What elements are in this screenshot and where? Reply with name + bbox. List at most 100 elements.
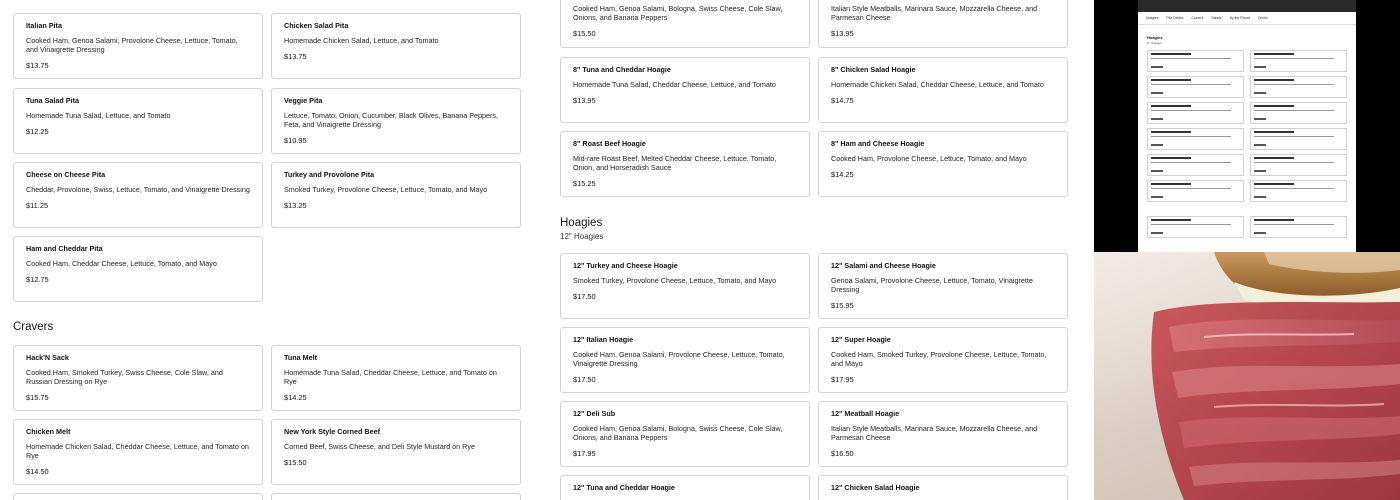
menu-item-price: $13.95: [573, 96, 596, 105]
menu-item-price: $13.75: [284, 52, 307, 61]
menu-item-card[interactable]: New York Style Corned Beef Corned Beef, …: [271, 419, 521, 485]
menu-item-title: Italian Pita: [26, 21, 62, 30]
thumbnail-card: [1147, 180, 1244, 202]
thumbnail-section-title: Hoagies: [1147, 35, 1163, 40]
menu-item-card[interactable]: 12" Tuna and Cheddar Hoagie: [560, 475, 810, 500]
menu-item-description: Homemade Tuna Salad, Cheddar Cheese, Let…: [573, 80, 776, 89]
menu-item-card[interactable]: 12" Italian Hoagie Cooked Ham, Genoa Sal…: [560, 327, 810, 393]
menu-item-card[interactable]: Veggie Pita Lettuce, Tomato, Onion, Cucu…: [271, 88, 521, 154]
menu-item-card[interactable]: Chicken Melt Homemade Chicken Salad, Che…: [13, 419, 263, 485]
thumbnail-card: [1250, 128, 1347, 150]
menu-item-description: Homemade Chicken Salad, Cheddar Cheese, …: [831, 80, 1044, 89]
thumbnail-nav-item: Salads: [1211, 16, 1222, 20]
menu-item-title: Chicken Melt: [26, 427, 71, 436]
menu-item-card[interactable]: 12" Deli Sub Cooked Ham, Genoa Salami, B…: [560, 401, 810, 467]
menu-item-price: $14.50: [26, 467, 49, 476]
menu-item-description: Corned Beef, Swiss Cheese, and Deli Styl…: [284, 442, 475, 451]
thumbnail-card: [1250, 50, 1347, 72]
menu-item-title: Hack'N Sack: [26, 353, 69, 362]
menu-item-title: Turkey and Provolone Pita: [284, 170, 375, 179]
thumbnail-card: [1250, 216, 1347, 238]
menu-item-description: Homemade Tuna Salad, Lettuce, and Tomato: [26, 111, 171, 120]
menu-item-card[interactable]: Italian Pita Cooked Ham, Genoa Salami, P…: [13, 13, 263, 79]
menu-item-description: Cooked Ham, Smoked Turkey, Swiss Cheese,…: [26, 368, 223, 386]
menu-item-title: 12" Tuna and Cheddar Hoagie: [573, 483, 675, 492]
menu-item-card[interactable]: Tuna Salad Pita Homemade Tuna Salad, Let…: [13, 88, 263, 154]
menu-item-price: $15.95: [831, 301, 854, 310]
menu-item-card[interactable]: Cooked Ham, Genoa Salami, Bologna, Swiss…: [560, 0, 810, 48]
thumbnail-card: [1250, 180, 1347, 202]
menu-item-card[interactable]: Italian Style Meatballs, Marinara Sauce,…: [818, 0, 1068, 48]
menu-item-description: Cooked Ham, Genoa Salami, Bologna, Swiss…: [573, 424, 783, 442]
thumbnail-nav-item: By the Pound: [1229, 16, 1251, 20]
menu-item-title: 12" Super Hoagie: [831, 335, 891, 344]
menu-item-title: 12" Meatball Hoagie: [831, 409, 900, 418]
section-title-cravers: Cravers: [13, 321, 54, 333]
menu-item-card[interactable]: 12" Super Hoagie Cooked Ham, Smoked Turk…: [818, 327, 1068, 393]
thumbnail-nav-item: Hoagies: [1146, 16, 1159, 20]
thumbnail-card: [1147, 76, 1244, 98]
menu-item-price: $10.95: [284, 136, 307, 145]
menu-item-description: Homemade Chicken Salad, Lettuce, and Tom…: [284, 36, 439, 45]
menu-item-price: $12.75: [26, 275, 49, 284]
menu-item-title: 12" Turkey and Cheese Hoagie: [573, 261, 678, 270]
menu-item-description: Homemade Tuna Salad, Cheddar Cheese, Let…: [284, 368, 497, 386]
menu-item-card[interactable]: 8" Roast Beef Hoagie Mid-rare Roast Beef…: [560, 131, 810, 197]
menu-item-description: Cooked Ham, Cheddar Cheese, Lettuce, Tom…: [26, 259, 217, 268]
menu-item-title: Tuna Salad Pita: [26, 96, 79, 105]
menu-item-card[interactable]: [13, 493, 263, 500]
menu-item-price: $14.25: [284, 393, 307, 402]
section-subtitle: 12" Hoagies: [560, 232, 604, 241]
menu-item-description: Cooked Ham, Provolone Cheese, Lettuce, T…: [831, 154, 1027, 163]
menu-item-title: 8" Tuna and Cheddar Hoagie: [573, 65, 671, 74]
menu-item-title: Cheese on Cheese Pita: [26, 170, 106, 179]
menu-item-title: 12" Italian Hoagie: [573, 335, 634, 344]
menu-item-price: $17.95: [573, 449, 596, 458]
menu-item-description: Cooked Ham, Smoked Turkey, Provolone Che…: [831, 350, 1047, 368]
menu-item-card[interactable]: Chicken Salad Pita Homemade Chicken Sala…: [271, 13, 521, 79]
menu-item-price: $13.95: [831, 29, 854, 38]
thumbnail-nav-item: Cravers: [1191, 16, 1204, 20]
menu-item-title: Veggie Pita: [284, 96, 323, 105]
section-title-hoagies: Hoagies: [560, 217, 603, 229]
menu-item-price: $13.25: [284, 201, 307, 210]
thumbnail-card: [1147, 50, 1244, 72]
menu-item-card[interactable]: [271, 493, 521, 500]
menu-item-card[interactable]: Turkey and Provolone Pita Smoked Turkey,…: [271, 162, 521, 228]
menu-item-description: Homemade Chicken Salad, Cheddar Cheese, …: [26, 442, 249, 460]
menu-item-price: $17.95: [831, 375, 854, 384]
menu-item-title: New York Style Corned Beef: [284, 427, 380, 436]
menu-item-card[interactable]: 8" Chicken Salad Hoagie Homemade Chicken…: [818, 57, 1068, 123]
menu-item-description: Smoked Turkey, Provolone Cheese, Lettuce…: [573, 276, 777, 285]
menu-item-card[interactable]: 12" Salami and Cheese Hoagie Genoa Salam…: [818, 253, 1068, 319]
menu-item-card[interactable]: 12" Chicken Salad Hoagie: [818, 475, 1068, 500]
menu-item-card[interactable]: Cheese on Cheese Pita Cheddar, Provolone…: [13, 162, 263, 228]
thumbnail-card: [1147, 216, 1244, 238]
menu-page-thumbnail[interactable]: Hoagies Pita Delites Cravers Salads By t…: [1138, 0, 1356, 252]
menu-item-card[interactable]: 8" Tuna and Cheddar Hoagie Homemade Tuna…: [560, 57, 810, 123]
sandwich-illustration: [1151, 252, 1400, 500]
thumbnail-section-subtitle: 8" Hoagies: [1147, 41, 1162, 45]
menu-item-card[interactable]: 8" Ham and Cheese Hoagie Cooked Ham, Pro…: [818, 131, 1068, 197]
menu-item-card[interactable]: Tuna Melt Homemade Tuna Salad, Cheddar C…: [271, 345, 521, 411]
thumbnail-nav: Hoagies Pita Delites Cravers Salads By t…: [1138, 12, 1356, 25]
menu-item-price: $15.50: [284, 458, 307, 467]
menu-item-description: Mid-rare Roast Beef, Melted Cheddar Chee…: [573, 154, 777, 172]
menu-item-description: Cooked Ham, Genoa Salami, Provolone Chee…: [573, 350, 785, 368]
menu-item-price: $15.75: [26, 393, 49, 402]
menu-item-title: 8" Ham and Cheese Hoagie: [831, 139, 925, 148]
menu-item-card[interactable]: 12" Turkey and Cheese Hoagie Smoked Turk…: [560, 253, 810, 319]
thumbnail-card: [1250, 76, 1347, 98]
menu-item-card[interactable]: Hack'N Sack Cooked Ham, Smoked Turkey, S…: [13, 345, 263, 411]
menu-item-card[interactable]: Ham and Cheddar Pita Cooked Ham, Cheddar…: [13, 236, 263, 302]
menu-item-price: $14.75: [831, 96, 854, 105]
menu-item-card[interactable]: 12" Meatball Hoagie Italian Style Meatba…: [818, 401, 1068, 467]
menu-item-description: Lettuce, Tomato, Onion, Cucumber, Black …: [284, 111, 499, 129]
menu-item-description: Cooked Ham, Genoa Salami, Bologna, Swiss…: [573, 4, 783, 22]
menu-item-title: Tuna Melt: [284, 353, 318, 362]
menu-item-price: $11.25: [26, 201, 49, 210]
menu-item-price: $16.50: [831, 449, 854, 458]
menu-item-title: 12" Deli Sub: [573, 409, 616, 418]
thumbnail-nav-item: Drinks: [1257, 16, 1268, 20]
menu-item-price: $13.75: [26, 61, 49, 70]
